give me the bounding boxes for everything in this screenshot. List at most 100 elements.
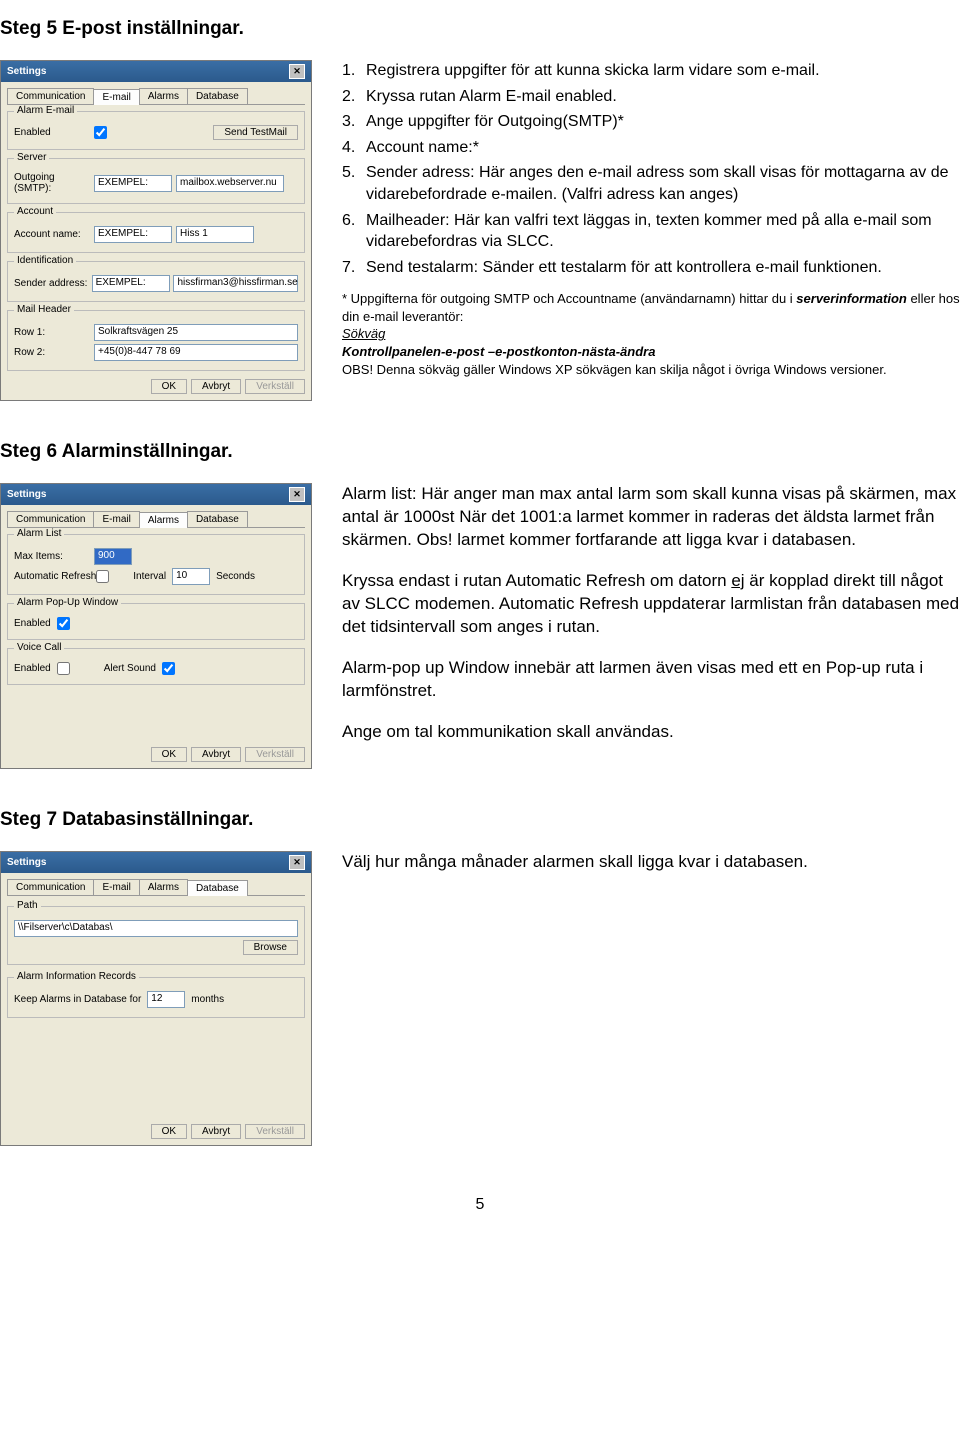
alert-sound-label: Alert Sound: [104, 663, 156, 674]
close-icon[interactable]: ✕: [289, 487, 305, 502]
group-identification: Identification Sender address: EXEMPEL: …: [7, 261, 305, 302]
max-items-input[interactable]: 900: [94, 548, 132, 565]
auto-refresh-label: Automatic Refresh: [14, 571, 96, 582]
list-text: Send testalarm: Sänder ett testalarm för…: [366, 257, 882, 279]
enabled-checkbox[interactable]: [94, 126, 107, 139]
row1-label: Row 1:: [14, 327, 94, 338]
list-num: 7.: [342, 257, 366, 279]
account-input[interactable]: EXEMPEL:: [94, 226, 172, 243]
group-title: Path: [14, 900, 41, 911]
ok-button[interactable]: OK: [151, 1124, 187, 1139]
group-alarm-email: Alarm E-mail Enabled Send TestMail: [7, 111, 305, 150]
dialog-title: Settings: [7, 489, 46, 500]
list-text: Account name:*: [366, 137, 479, 159]
group-path: Path \\Filserver\c\Databas\ Browse: [7, 906, 305, 965]
row2-label: Row 2:: [14, 347, 94, 358]
row1-input[interactable]: Solkraftsvägen 25: [94, 324, 298, 341]
list-text: Kryssa rutan Alarm E-mail enabled.: [366, 86, 617, 108]
browse-button[interactable]: Browse: [243, 940, 298, 955]
auto-refresh-checkbox[interactable]: [96, 570, 109, 583]
tab-alarms[interactable]: Alarms: [139, 88, 188, 104]
months-label: months: [191, 994, 224, 1005]
group-title: Server: [14, 152, 49, 163]
cancel-button[interactable]: Avbryt: [191, 1124, 241, 1139]
enabled-label: Enabled: [14, 663, 51, 674]
step6-section: Settings ✕ Communication E-mail Alarms D…: [0, 483, 960, 769]
para: Välj hur många månader alarmen skall lig…: [342, 851, 960, 874]
list-num: 4.: [342, 137, 366, 159]
keep-input[interactable]: 12: [147, 991, 185, 1008]
outgoing-label: Outgoing (SMTP):: [14, 172, 94, 194]
settings-dialog-alarms: Settings ✕ Communication E-mail Alarms D…: [0, 483, 312, 769]
group-title: Account: [14, 206, 56, 217]
group-account: Account Account name: EXEMPEL: Hiss 1: [7, 212, 305, 253]
seconds-label: Seconds: [216, 571, 255, 582]
group-title: Alarm Pop-Up Window: [14, 597, 121, 608]
list-text: Sender adress: Här anges den e-mail adre…: [366, 162, 960, 205]
settings-dialog-email: Settings ✕ Communication E-mail Alarms D…: [0, 60, 312, 401]
list-num: 2.: [342, 86, 366, 108]
para: Alarm list: Här anger man max antal larm…: [342, 483, 960, 552]
group-popup: Alarm Pop-Up Window Enabled: [7, 603, 305, 640]
tab-database[interactable]: Database: [187, 88, 248, 104]
ok-button[interactable]: OK: [151, 747, 187, 762]
account-input2[interactable]: Hiss 1: [176, 226, 254, 243]
note-text: * Uppgifterna för outgoing SMTP och Acco…: [342, 291, 796, 306]
group-alarm-list: Alarm List Max Items: 900 Automatic Refr…: [7, 534, 305, 595]
popup-enabled-checkbox[interactable]: [57, 617, 70, 630]
apply-button[interactable]: Verkställ: [245, 747, 305, 762]
interval-label: Interval: [133, 571, 166, 582]
path-input[interactable]: \\Filserver\c\Databas\: [14, 920, 298, 937]
tab-email[interactable]: E-mail: [93, 89, 139, 105]
max-items-label: Max Items:: [14, 551, 94, 562]
group-mail-header: Mail Header Row 1: Solkraftsvägen 25 Row…: [7, 310, 305, 371]
tab-communication[interactable]: Communication: [7, 879, 94, 895]
group-title: Alarm Information Records: [14, 971, 139, 982]
step5-heading: Steg 5 E-post inställningar.: [0, 18, 960, 40]
tab-alarms[interactable]: Alarms: [139, 512, 188, 528]
cancel-button[interactable]: Avbryt: [191, 747, 241, 762]
tab-email[interactable]: E-mail: [93, 511, 139, 527]
tab-database[interactable]: Database: [187, 511, 248, 527]
enabled-label: Enabled: [14, 127, 94, 138]
sender-input2[interactable]: hissfirman3@hissfirman.se: [173, 275, 298, 292]
apply-button[interactable]: Verkställ: [245, 1124, 305, 1139]
alert-sound-checkbox[interactable]: [162, 662, 175, 675]
list-text: Mailheader: Här kan valfri text läggas i…: [366, 210, 960, 253]
group-title: Mail Header: [14, 304, 74, 315]
row2-input[interactable]: +45(0)8-447 78 69: [94, 344, 298, 361]
tab-email[interactable]: E-mail: [93, 879, 139, 895]
outgoing-input2[interactable]: mailbox.webserver.nu: [176, 175, 284, 192]
sender-label: Sender address:: [14, 278, 92, 289]
group-title: Alarm List: [14, 528, 64, 539]
apply-button[interactable]: Verkställ: [245, 379, 305, 394]
dialog-titlebar: Settings ✕: [1, 61, 311, 82]
cancel-button[interactable]: Avbryt: [191, 379, 241, 394]
tabs-row: Communication E-mail Alarms Database: [7, 511, 305, 528]
close-icon[interactable]: ✕: [289, 64, 305, 79]
close-icon[interactable]: ✕: [289, 855, 305, 870]
tab-database[interactable]: Database: [187, 880, 248, 896]
tab-communication[interactable]: Communication: [7, 88, 94, 104]
step7-heading: Steg 7 Databasinställningar.: [0, 809, 960, 831]
list-num: 3.: [342, 111, 366, 133]
para: Alarm-pop up Window innebär att larmen ä…: [342, 657, 960, 703]
voice-enabled-checkbox[interactable]: [57, 662, 70, 675]
list-num: 1.: [342, 60, 366, 82]
note-obs: OBS! Denna sökväg gäller Windows XP sökv…: [342, 362, 887, 377]
footnote: * Uppgifterna för outgoing SMTP och Acco…: [342, 290, 960, 378]
group-server: Server Outgoing (SMTP): EXEMPEL: mailbox…: [7, 158, 305, 204]
send-testmail-button[interactable]: Send TestMail: [213, 125, 298, 140]
outgoing-input[interactable]: EXEMPEL:: [94, 175, 172, 192]
note-sokvag: Sökväg: [342, 326, 385, 341]
tab-communication[interactable]: Communication: [7, 511, 94, 527]
sender-input[interactable]: EXEMPEL:: [92, 275, 170, 292]
step7-text: Välj hur många månader alarmen skall lig…: [342, 851, 960, 892]
list-num: 6.: [342, 210, 366, 253]
interval-input[interactable]: 10: [172, 568, 210, 585]
ok-button[interactable]: OK: [151, 379, 187, 394]
group-records: Alarm Information Records Keep Alarms in…: [7, 977, 305, 1018]
note-path: Kontrollpanelen-e-post –e-postkonton-näs…: [342, 344, 655, 359]
tab-alarms[interactable]: Alarms: [139, 879, 188, 895]
step6-heading: Steg 6 Alarminställningar.: [0, 441, 960, 463]
